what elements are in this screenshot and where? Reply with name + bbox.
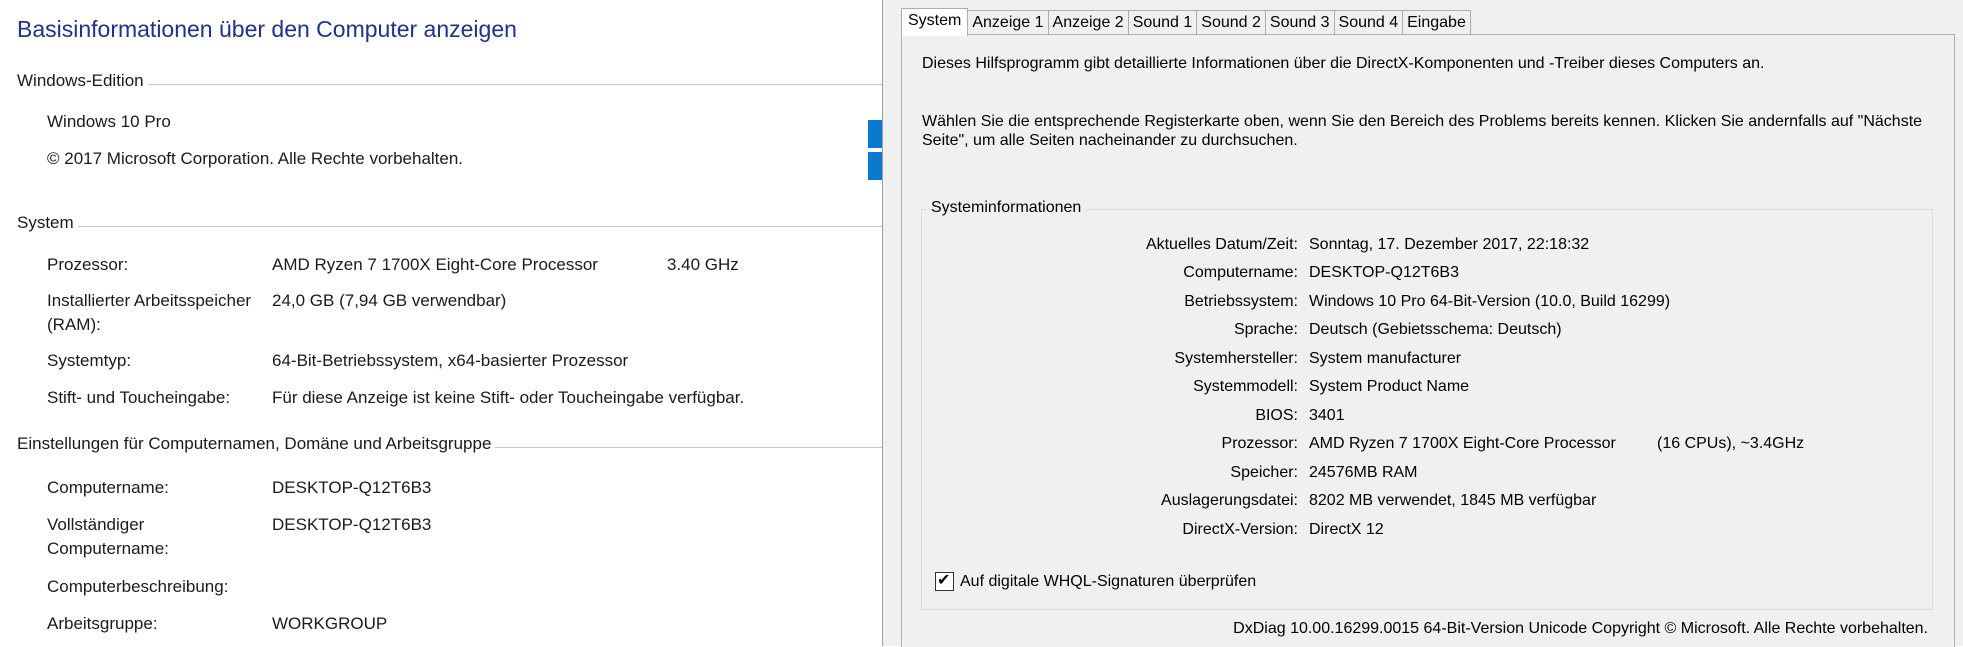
whql-checkbox[interactable]: ✔	[935, 572, 954, 591]
ram-value: 24,0 GB (7,94 GB verwendbar)	[272, 291, 507, 310]
os-label: Betriebssystem:	[1184, 293, 1298, 310]
computer-name-label: Computername:	[1183, 264, 1298, 281]
section-windows-edition: Windows-Edition	[17, 71, 148, 91]
language-value: Deutsch (Gebietsschema: Deutsch)	[1309, 321, 1562, 338]
pen-touch-value: Für diese Anzeige ist keine Stift- oder …	[272, 388, 745, 407]
tab-display-2[interactable]: Anzeige 2	[1047, 10, 1129, 35]
windows-logo-icon	[868, 120, 882, 182]
directx-version-value: DirectX 12	[1309, 521, 1384, 538]
tab-display-1[interactable]: Anzeige 1	[967, 10, 1049, 35]
system-type-value: 64-Bit-Betriebssystem, x64-basierter Pro…	[272, 351, 629, 370]
manufacturer-value: System manufacturer	[1309, 350, 1462, 367]
dxdiag-window: System Anzeige 1 Anzeige 2 Sound 1 Sound…	[882, 0, 1963, 647]
processor-label: Prozessor:	[47, 255, 129, 274]
tab-sound-4[interactable]: Sound 4	[1333, 10, 1404, 35]
tab-sound-2[interactable]: Sound 2	[1196, 10, 1266, 35]
bios-value: 3401	[1309, 407, 1345, 424]
ram-label: Installierter Arbeitsspeicher (RAM):	[47, 291, 252, 334]
footer-copyright: DxDiag 10.00.16299.0015 64-Bit-Version U…	[1233, 620, 1928, 637]
pen-touch-label: Stift- und Toucheingabe:	[47, 388, 231, 407]
processor-speed: 3.40 GHz	[667, 255, 739, 274]
section-computer-name: Einstellungen für Computernamen, Domäne …	[17, 434, 496, 454]
instructions-text: Wählen Sie die entsprechende Registerkar…	[922, 113, 1923, 149]
tab-sound-1[interactable]: Sound 1	[1127, 10, 1198, 35]
computer-name-value: DESKTOP-Q12T6B3	[272, 478, 432, 497]
divider	[17, 226, 882, 227]
full-computer-name-value: DESKTOP-Q12T6B3	[272, 515, 432, 534]
section-system: System	[17, 213, 78, 233]
manufacturer-label: Systemhersteller:	[1174, 350, 1298, 367]
pagefile-label: Auslagerungsdatei:	[1161, 492, 1298, 509]
processor-value: AMD Ryzen 7 1700X Eight-Core Processor	[1309, 435, 1616, 452]
processor-cpus: (16 CPUs), ~3.4GHz	[1657, 435, 1805, 452]
bios-label: BIOS:	[1255, 407, 1298, 424]
tab-sound-3[interactable]: Sound 3	[1264, 10, 1335, 35]
group-title: Systeminformationen	[927, 199, 1086, 217]
checkmark-icon: ✔	[937, 572, 951, 589]
full-computer-name-label: Vollständiger Computername:	[47, 515, 169, 558]
tab-bar: System Anzeige 1 Anzeige 2 Sound 1 Sound…	[901, 8, 1471, 36]
os-value: Windows 10 Pro 64-Bit-Version (10.0, Bui…	[1309, 293, 1671, 310]
pagefile-value: 8202 MB verwendet, 1845 MB verfügbar	[1309, 492, 1597, 509]
processor-label: Prozessor:	[1221, 435, 1298, 452]
system-info-panel: Basisinformationen über den Computer anz…	[0, 0, 882, 646]
processor-value: AMD Ryzen 7 1700X Eight-Core Processor	[272, 255, 598, 274]
computer-description-label: Computerbeschreibung:	[47, 577, 229, 596]
memory-value: 24576MB RAM	[1309, 464, 1418, 481]
computer-name-label: Computername:	[47, 478, 169, 497]
whql-checkbox-label[interactable]: Auf digitale WHQL-Signaturen überprüfen	[960, 572, 1256, 591]
workgroup-label: Arbeitsgruppe:	[47, 614, 158, 633]
edition-name: Windows 10 Pro	[47, 112, 171, 131]
model-label: Systemmodell:	[1193, 378, 1298, 395]
workgroup-value: WORKGROUP	[272, 614, 388, 633]
tab-system[interactable]: System	[901, 8, 969, 36]
date-time-value: Sonntag, 17. Dezember 2017, 22:18:32	[1309, 236, 1590, 253]
system-type-label: Systemtyp:	[47, 351, 132, 370]
date-time-label: Aktuelles Datum/Zeit:	[1145, 236, 1298, 253]
directx-version-label: DirectX-Version:	[1182, 521, 1298, 538]
language-label: Sprache:	[1233, 321, 1298, 338]
intro-text: Dieses Hilfsprogramm gibt detaillierte I…	[922, 55, 1765, 72]
memory-label: Speicher:	[1230, 464, 1298, 481]
page-title: Basisinformationen über den Computer anz…	[17, 16, 517, 42]
edition-copyright: © 2017 Microsoft Corporation. Alle Recht…	[47, 149, 464, 168]
tab-input[interactable]: Eingabe	[1402, 10, 1471, 35]
computer-name-value: DESKTOP-Q12T6B3	[1309, 264, 1459, 281]
model-value: System Product Name	[1309, 378, 1470, 395]
